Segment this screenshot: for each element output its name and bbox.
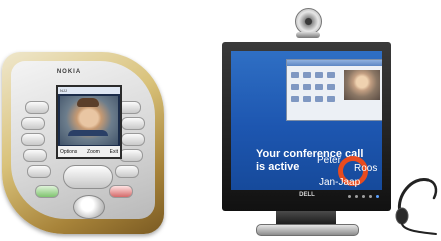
- remote-video-preview: [344, 70, 380, 100]
- softkey-options[interactable]: Options: [60, 149, 77, 155]
- caller-hair: [77, 98, 99, 107]
- app-toolbar-icon[interactable]: [327, 72, 335, 78]
- phone-brand-logo: NOKIA: [56, 69, 82, 75]
- power-button[interactable]: [376, 195, 379, 198]
- monitor-button[interactable]: [355, 195, 358, 198]
- monitor-neck: [276, 211, 336, 225]
- monitor-brand-logo: DELL: [299, 192, 315, 198]
- mobile-phone: NOKIA NJJ Options Zoom Exit: [2, 52, 164, 234]
- caller-shirt: [68, 130, 108, 136]
- app-toolbar-icon[interactable]: [291, 72, 299, 78]
- app-toolbar-icon[interactable]: [327, 84, 335, 90]
- app-toolbar-icon[interactable]: [327, 96, 335, 102]
- softkey-bar: Options Zoom Exit: [58, 146, 120, 157]
- app-toolbar-icon[interactable]: [315, 84, 323, 90]
- webcam-icon: [295, 8, 322, 35]
- monitor-button[interactable]: [348, 195, 351, 198]
- phone-key[interactable]: [121, 117, 145, 130]
- phone-key[interactable]: [27, 165, 51, 178]
- phone-key[interactable]: [121, 133, 145, 146]
- participant-roos: Roos: [354, 163, 378, 174]
- monitor-button[interactable]: [369, 195, 372, 198]
- navigation-key[interactable]: [63, 165, 113, 189]
- phone-key[interactable]: [23, 149, 47, 162]
- monitor-screen: Your conference call is active Peter Roo…: [231, 51, 382, 190]
- app-toolbar-icon[interactable]: [315, 96, 323, 102]
- monitor-stand: [256, 224, 359, 236]
- app-toolbar-icon[interactable]: [291, 84, 299, 90]
- participant-peter: Peter: [317, 155, 341, 166]
- phone-face: NOKIA NJJ Options Zoom Exit: [11, 61, 155, 219]
- call-key[interactable]: [35, 185, 59, 198]
- phone-key[interactable]: [119, 149, 143, 162]
- webcam-base: [296, 32, 320, 38]
- app-toolbar-icon[interactable]: [315, 72, 323, 78]
- headset-icon: [392, 168, 440, 238]
- app-toolbar-icon[interactable]: [303, 96, 311, 102]
- participant-jan-jaap: Jan-Jaap: [319, 177, 361, 188]
- app-toolbar-icon[interactable]: [291, 96, 299, 102]
- end-call-key[interactable]: [109, 185, 133, 198]
- phone-key[interactable]: [115, 165, 139, 178]
- softkey-exit[interactable]: Exit: [110, 149, 118, 155]
- softkey-zoom[interactable]: Zoom: [87, 149, 100, 155]
- app-toolbar-icon[interactable]: [303, 84, 311, 90]
- phone-key[interactable]: [25, 101, 49, 114]
- monitor-button[interactable]: [362, 195, 365, 198]
- desktop-monitor: Your conference call is active Peter Roo…: [222, 42, 391, 211]
- conference-app-window[interactable]: [286, 59, 382, 121]
- window-titlebar[interactable]: [287, 60, 382, 66]
- joystick-button[interactable]: [73, 195, 105, 219]
- call-header: NJJ: [58, 87, 120, 94]
- phone-screen: NJJ Options Zoom Exit: [56, 85, 122, 159]
- app-toolbar-icon[interactable]: [303, 72, 311, 78]
- phone-key[interactable]: [21, 133, 45, 146]
- phone-key[interactable]: [21, 117, 45, 130]
